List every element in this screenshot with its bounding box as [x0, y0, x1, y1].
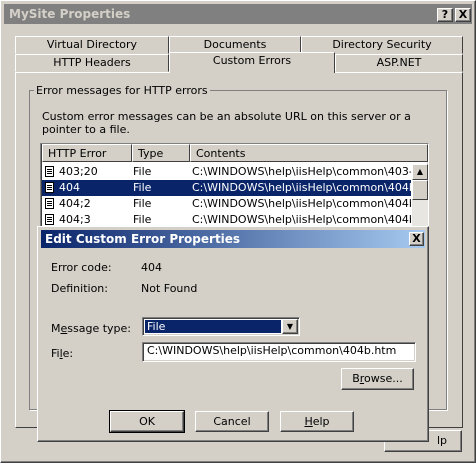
window-title: MySite Properties	[9, 7, 131, 21]
vertical-scrollbar[interactable]: ▲	[412, 164, 428, 230]
document-icon	[45, 198, 54, 209]
scroll-thumb[interactable]	[412, 180, 428, 200]
tab-label: ASP.NET	[376, 56, 422, 69]
cell-http-error: 404;2	[59, 197, 91, 210]
cell-http-error: 404	[59, 181, 80, 194]
message-type-select[interactable]: File ▼	[142, 317, 300, 336]
label-part: B	[352, 372, 360, 385]
cell-contents: C:\WINDOWS\help\iisHelp\common\404b.htm	[192, 197, 411, 210]
list-item[interactable]: 404;2 File C:\WINDOWS\help\iisHelp\common\…	[42, 196, 411, 212]
ok-button[interactable]: OK	[109, 410, 185, 433]
label-part: M	[51, 322, 61, 335]
scroll-up-icon[interactable]: ▲	[412, 164, 428, 180]
close-title-button[interactable]: X	[455, 8, 471, 22]
cell-http-error: 403;20	[59, 165, 98, 178]
message-type-label: Message type:	[51, 322, 131, 335]
definition-label: Definition:	[51, 282, 108, 295]
error-code-label: Error code:	[51, 261, 112, 274]
dialog-close-button[interactable]: X	[409, 232, 424, 246]
definition-value: Not Found	[141, 282, 198, 295]
column-header-http-error[interactable]: HTTP Error	[42, 144, 132, 162]
list-item[interactable]: 404 File C:\WINDOWS\help\iisHelp\common\40…	[42, 180, 411, 196]
error-list[interactable]: HTTP Error Type Contents 403;20 File C:\WI…	[40, 143, 429, 231]
document-icon	[45, 214, 54, 225]
label-part: owse...	[364, 372, 403, 385]
group-description: Custom error messages can be an absolute…	[42, 110, 411, 136]
file-path-input[interactable]: C:\WINDOWS\help\iisHelp\common\404b.htm	[142, 342, 416, 362]
column-header-contents[interactable]: Contents	[190, 144, 428, 162]
tab-label: Virtual Directory	[46, 38, 138, 51]
close-icon: X	[412, 232, 421, 245]
button-label: OK	[139, 415, 155, 428]
question-icon: ?	[441, 8, 449, 21]
tab-label: Documents	[203, 38, 267, 51]
cell-contents: C:\WINDOWS\help\iisHelp\common\403-20.ht…	[192, 165, 411, 178]
chevron-down-icon[interactable]: ▼	[282, 319, 298, 334]
tab-virtual-directory[interactable]: Virtual Directory	[15, 36, 169, 54]
file-path-value: C:\WINDOWS\help\iisHelp\common\404b.htm	[147, 344, 397, 357]
dialog-titlebar: Edit Custom Error Properties	[41, 230, 425, 248]
document-icon	[45, 182, 54, 193]
tab-http-headers[interactable]: HTTP Headers	[15, 54, 169, 72]
dialog-title: Edit Custom Error Properties	[45, 232, 241, 246]
cell-contents: C:\WINDOWS\help\iisHelp\common\404b.htm	[192, 181, 411, 194]
list-body: 403;20 File C:\WINDOWS\help\iisHelp\common…	[42, 164, 411, 230]
tab-label: HTTP Headers	[53, 56, 131, 69]
column-header-type[interactable]: Type	[132, 144, 190, 162]
select-value: File	[147, 320, 166, 333]
cell-type: File	[133, 165, 152, 178]
dialog-help-button[interactable]: Help	[280, 411, 354, 432]
label-part: elp	[312, 415, 330, 428]
button-label: Cancel	[213, 415, 251, 428]
browse-button[interactable]: Browse...	[341, 368, 414, 390]
window-titlebar: MySite Properties	[4, 4, 472, 24]
cell-type: File	[133, 197, 152, 210]
tab-label: Directory Security	[332, 38, 432, 51]
document-icon	[45, 166, 54, 177]
select-value-highlight: File	[144, 319, 282, 334]
cancel-button[interactable]: Cancel	[195, 411, 269, 432]
group-title: Error messages for HTTP errors	[34, 84, 210, 97]
label-part: ssage type:	[67, 322, 132, 335]
label-part: e:	[62, 347, 74, 360]
edit-error-dialog: Edit Custom Error Properties X Error cod…	[37, 226, 429, 442]
label-part: Fi	[51, 347, 60, 360]
list-item[interactable]: 403;20 File C:\WINDOWS\help\iisHelp\common…	[42, 164, 411, 180]
close-icon: X	[458, 8, 468, 21]
tab-asp-net[interactable]: ASP.NET	[335, 54, 463, 72]
help-title-button[interactable]: ?	[437, 8, 453, 22]
error-code-value: 404	[141, 261, 162, 274]
file-label: File:	[51, 347, 73, 360]
tab-label: Custom Errors	[212, 54, 292, 67]
main-help-label: lp	[436, 434, 447, 447]
tab-custom-errors[interactable]: Custom Errors	[169, 52, 335, 73]
cell-type: File	[133, 181, 152, 194]
label-accelerator: H	[304, 415, 313, 428]
